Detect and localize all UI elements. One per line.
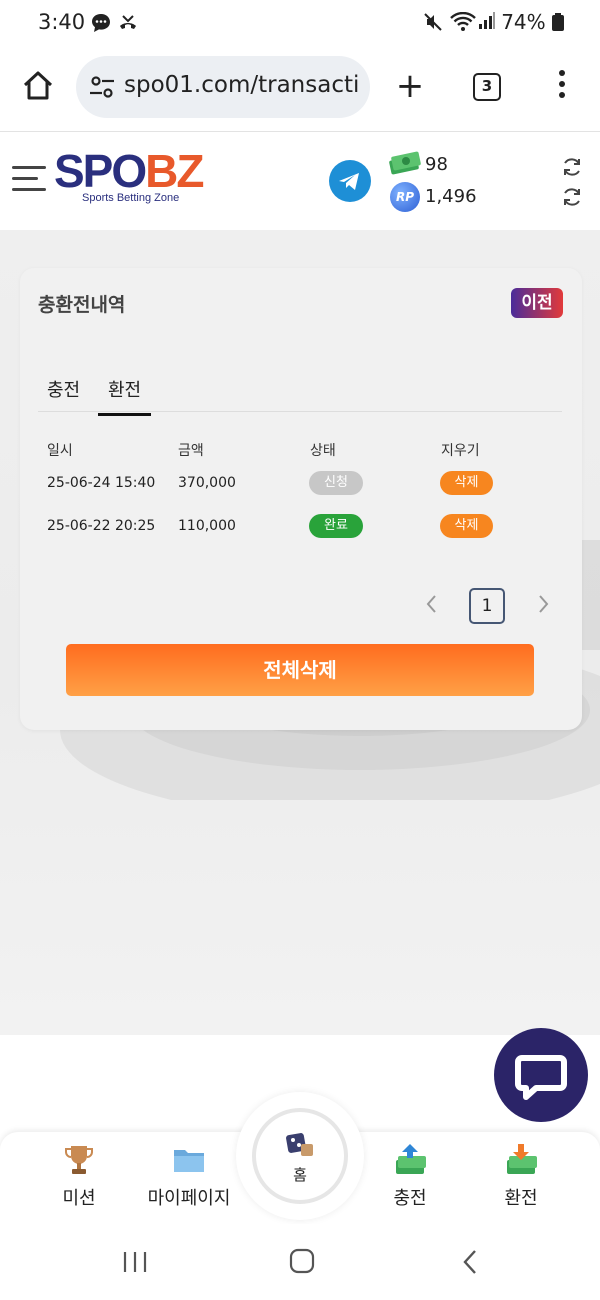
folder-icon [171, 1142, 207, 1178]
panel-title: 충환전내역 [38, 294, 126, 316]
system-back-icon[interactable] [460, 1248, 480, 1276]
status-time: 3:40 [38, 10, 86, 34]
transaction-history-panel: 충환전내역 이전 충전 환전 일시 금액 상태 지우기 25-06-24 15:… [20, 268, 582, 730]
column-header-delete: 지우기 [441, 443, 480, 459]
telegram-icon[interactable] [329, 160, 371, 202]
row-2-delete-button[interactable]: 삭제 [440, 514, 493, 538]
delete-all-button[interactable]: 전체삭제 [66, 644, 534, 696]
rp-point-icon: RP [390, 182, 420, 212]
mute-icon [423, 12, 443, 37]
hamburger-menu-icon[interactable] [12, 166, 48, 194]
site-logo[interactable]: SPOBZ Sports Betting Zone [54, 145, 204, 204]
main-content: 충환전내역 이전 충전 환전 일시 금액 상태 지우기 25-06-24 15:… [0, 230, 600, 1035]
home-icon[interactable] [20, 68, 56, 104]
site-settings-icon[interactable] [88, 73, 116, 101]
pagination-prev-icon[interactable] [421, 590, 441, 618]
nav-item-deposit[interactable]: 충전 [355, 1142, 465, 1210]
tab-switcher-button[interactable]: 3 [473, 73, 501, 101]
chat-bubble-icon [515, 1055, 567, 1100]
row-2-date: 25-06-22 20:25 [47, 518, 156, 534]
missed-call-icon [117, 12, 139, 39]
nav-item-mission[interactable]: 미션 [24, 1142, 134, 1210]
nav-item-mypage[interactable]: 마이페이지 [134, 1142, 244, 1210]
column-header-status: 상태 [310, 443, 336, 459]
row-2-status-badge: 완료 [309, 514, 363, 538]
nav-label-mission: 미션 [62, 1188, 96, 1209]
wifi-icon [450, 11, 476, 37]
row-1-amount: 370,000 [178, 475, 236, 491]
live-chat-button[interactable] [494, 1028, 588, 1122]
row-2-amount: 110,000 [178, 518, 236, 534]
nav-item-home[interactable]: 홈 [236, 1092, 364, 1220]
system-home-icon[interactable] [289, 1248, 315, 1274]
nav-label-deposit: 충전 [393, 1188, 427, 1209]
battery-indicator: 74% [501, 10, 564, 34]
more-menu-icon[interactable] [556, 70, 568, 104]
new-tab-icon[interactable]: + [392, 68, 428, 104]
browser-toolbar: spo01.com/transacti + 3 [0, 48, 600, 132]
refresh-money-icon[interactable] [561, 156, 583, 178]
deposit-money-icon [392, 1142, 428, 1178]
pagination-next-icon[interactable] [534, 590, 554, 618]
row-1-date: 25-06-24 15:40 [47, 475, 156, 491]
pagination-page-current[interactable]: 1 [469, 588, 505, 624]
battery-percent: 74% [501, 10, 546, 34]
casino-home-icon [286, 1133, 313, 1156]
row-1-status-badge: 신청 [309, 471, 363, 495]
chat-notification-icon [90, 12, 112, 39]
trophy-icon [61, 1142, 97, 1178]
url-text: spo01.com/transacti [124, 72, 360, 98]
tab-withdraw[interactable]: 환전 [97, 376, 152, 416]
column-header-date: 일시 [47, 443, 73, 459]
nav-label-mypage: 마이페이지 [147, 1188, 231, 1209]
rp-balance: 1,496 [425, 186, 477, 207]
money-balance: 98 [425, 154, 448, 175]
home-button-inner: 홈 [252, 1108, 348, 1204]
battery-icon [552, 13, 564, 31]
nav-item-withdraw[interactable]: 환전 [466, 1142, 576, 1210]
tab-bar: 충전 환전 [38, 376, 562, 416]
tab-deposit[interactable]: 충전 [47, 376, 80, 402]
money-icon [388, 150, 422, 176]
site-header: SPOBZ Sports Betting Zone 98 RP 1,496 [0, 132, 600, 230]
signal-icon [478, 12, 496, 35]
refresh-points-icon[interactable] [561, 186, 583, 208]
nav-label-home: 홈 [293, 1166, 307, 1184]
recent-apps-icon[interactable] [122, 1250, 148, 1274]
address-bar[interactable]: spo01.com/transacti [76, 56, 370, 118]
row-1-delete-button[interactable]: 삭제 [440, 471, 493, 495]
column-header-amount: 금액 [178, 443, 204, 459]
logo-text-b: BZ [145, 145, 204, 197]
logo-text-a: SPO [54, 145, 147, 197]
nav-label-withdraw: 환전 [504, 1188, 538, 1209]
withdraw-money-icon [503, 1142, 539, 1178]
system-navigation-bar [0, 1224, 600, 1300]
back-button[interactable]: 이전 [511, 288, 563, 318]
status-bar: 3:40 74% [0, 0, 600, 48]
